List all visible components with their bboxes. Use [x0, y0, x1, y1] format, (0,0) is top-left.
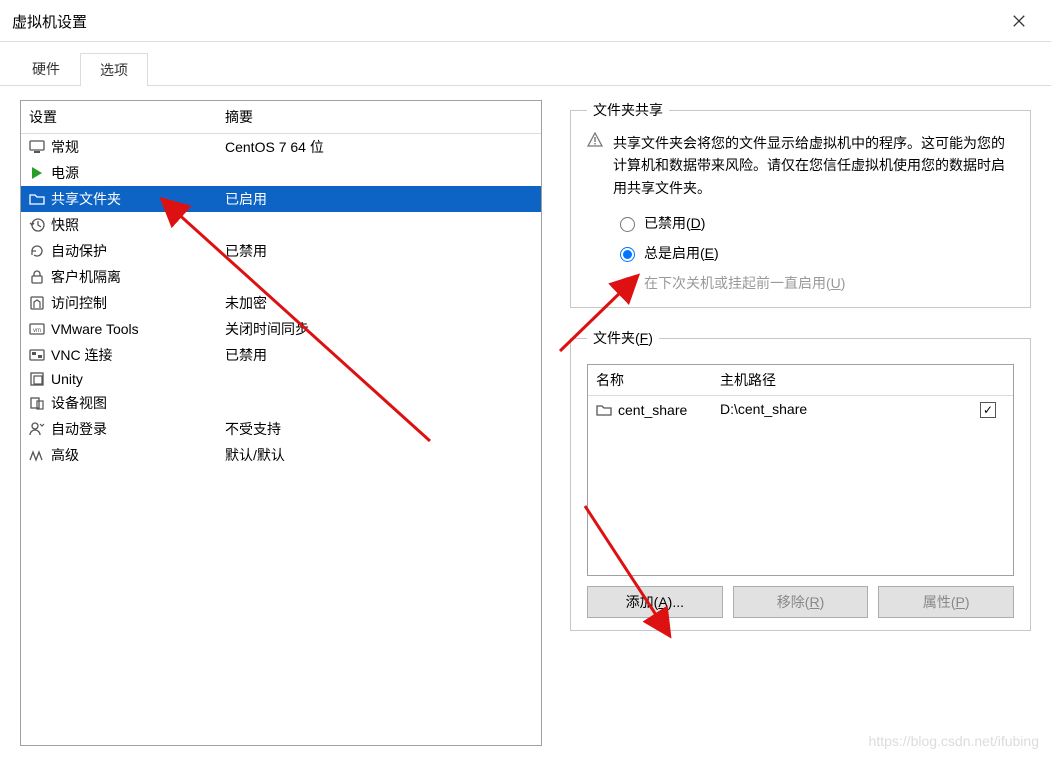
radio-always-enabled[interactable]: 总是启用(E): [615, 243, 1014, 263]
device-icon: [29, 395, 45, 411]
settings-row-summary: 不受支持: [217, 416, 541, 442]
settings-row-label: 访问控制: [51, 293, 107, 313]
folders-table[interactable]: 名称 主机路径 cent_share D:\cent_share ✓: [587, 364, 1014, 576]
remove-button[interactable]: 移除(R): [733, 586, 869, 618]
folder-row-checkbox[interactable]: ✓: [980, 402, 996, 418]
radio-disabled-label: 已禁用(D): [644, 213, 705, 233]
settings-row[interactable]: 电源: [21, 160, 541, 186]
settings-row-summary: [217, 222, 541, 228]
settings-row[interactable]: 快照: [21, 212, 541, 238]
close-icon: [1012, 14, 1026, 28]
settings-row[interactable]: VNC 连接 已禁用: [21, 342, 541, 368]
svg-text:vm: vm: [33, 328, 41, 334]
settings-row-summary: 已启用: [217, 186, 541, 212]
tabs: 硬件 选项: [0, 42, 1051, 86]
settings-row-summary: 已禁用: [217, 342, 541, 368]
radio-until-shutdown-input: [620, 277, 635, 292]
settings-row-label: 快照: [51, 215, 79, 235]
vnc-icon: [29, 347, 45, 363]
folder-sharing-legend: 文件夹共享: [587, 100, 669, 120]
tab-options[interactable]: 选项: [80, 53, 148, 86]
settings-row-summary: 未加密: [217, 290, 541, 316]
settings-row-summary: [217, 274, 541, 280]
settings-row-label: 客户机隔离: [51, 267, 121, 287]
folder-icon: [29, 191, 45, 207]
add-button[interactable]: 添加(A)...: [587, 586, 723, 618]
folder-icon: [596, 402, 612, 418]
folders-legend: 文件夹(F): [587, 328, 659, 348]
advanced-icon: [29, 447, 45, 463]
radio-until-shutdown: 在下次关机或挂起前一直启用(U): [615, 273, 1014, 293]
folders-table-header: 名称 主机路径: [588, 365, 1013, 396]
settings-row-summary: [217, 376, 541, 382]
settings-row-summary: [217, 170, 541, 176]
lock-icon: [29, 269, 45, 285]
settings-row-summary: 已禁用: [217, 238, 541, 264]
folder-sharing-group: 文件夹共享 共享文件夹会将您的文件显示给虚拟机中的程序。这可能为您的计算机和数据…: [570, 100, 1031, 308]
refresh-icon: [29, 243, 45, 259]
settings-list: 设置 摘要 常规CentOS 7 64 位电源共享文件夹已启用快照自动保护已禁用…: [20, 100, 542, 746]
titlebar: 虚拟机设置: [0, 1, 1051, 42]
vm-icon: vm: [29, 321, 45, 337]
warning-icon: [587, 132, 603, 148]
window-title: 虚拟机设置: [12, 11, 87, 32]
settings-row-summary: 默认/默认: [217, 442, 541, 468]
settings-row[interactable]: Unity: [21, 368, 541, 390]
settings-row[interactable]: 常规 CentOS 7 64 位: [21, 134, 541, 160]
settings-row[interactable]: 自动登录 不受支持: [21, 416, 541, 442]
settings-row-summary: [217, 400, 541, 406]
watermark: https://blog.csdn.net/ifubing: [869, 733, 1039, 749]
autologin-icon: [29, 421, 45, 437]
tab-hardware[interactable]: 硬件: [12, 52, 80, 85]
settings-row-label: Unity: [51, 371, 83, 387]
settings-header-summary: 摘要: [217, 101, 541, 133]
settings-row[interactable]: 访问控制 未加密: [21, 290, 541, 316]
folder-sharing-warning: 共享文件夹会将您的文件显示给虚拟机中的程序。这可能为您的计算机和数据带来风险。请…: [613, 132, 1014, 199]
radio-always-enabled-label: 总是启用(E): [644, 243, 719, 263]
settings-row-label: VMware Tools: [51, 321, 139, 337]
folder-row-name: cent_share: [618, 402, 687, 418]
shield-icon: [29, 295, 45, 311]
settings-row[interactable]: vm VMware Tools 关闭时间同步: [21, 316, 541, 342]
radio-disabled-input[interactable]: [620, 217, 635, 232]
settings-header-setting: 设置: [21, 101, 217, 133]
settings-row[interactable]: 设备视图: [21, 390, 541, 416]
settings-row-label: 自动登录: [51, 419, 107, 439]
settings-row-summary: 关闭时间同步: [217, 316, 541, 342]
radio-always-enabled-input[interactable]: [620, 247, 635, 262]
settings-row-label: 共享文件夹: [51, 189, 121, 209]
settings-row-summary: CentOS 7 64 位: [217, 134, 541, 160]
monitor-icon: [29, 139, 45, 155]
settings-row-label: 设备视图: [51, 393, 107, 413]
settings-row-label: VNC 连接: [51, 345, 112, 365]
settings-row-label: 自动保护: [51, 241, 107, 261]
settings-row-label: 常规: [51, 137, 79, 157]
settings-row-label: 高级: [51, 445, 79, 465]
folder-row-hostpath: D:\cent_share: [712, 396, 963, 423]
radio-disabled[interactable]: 已禁用(D): [615, 213, 1014, 233]
settings-row[interactable]: 高级 默认/默认: [21, 442, 541, 468]
folder-row[interactable]: cent_share D:\cent_share ✓: [588, 396, 1013, 423]
unity-icon: [29, 371, 45, 387]
folders-col-hostpath: 主机路径: [712, 365, 963, 395]
play-icon: [29, 165, 45, 181]
settings-row[interactable]: 共享文件夹 已启用: [21, 186, 541, 212]
settings-row[interactable]: 客户机隔离: [21, 264, 541, 290]
history-icon: [29, 217, 45, 233]
radio-until-shutdown-label: 在下次关机或挂起前一直启用(U): [644, 273, 845, 293]
properties-button[interactable]: 属性(P): [878, 586, 1014, 618]
settings-row-label: 电源: [51, 163, 79, 183]
folders-group: 文件夹(F) 名称 主机路径 cent_shareD:\cent_share✓ …: [570, 328, 1031, 631]
settings-list-header: 设置 摘要: [21, 101, 541, 134]
folders-col-name: 名称: [588, 365, 712, 395]
close-button[interactable]: [999, 1, 1039, 41]
settings-row[interactable]: 自动保护 已禁用: [21, 238, 541, 264]
